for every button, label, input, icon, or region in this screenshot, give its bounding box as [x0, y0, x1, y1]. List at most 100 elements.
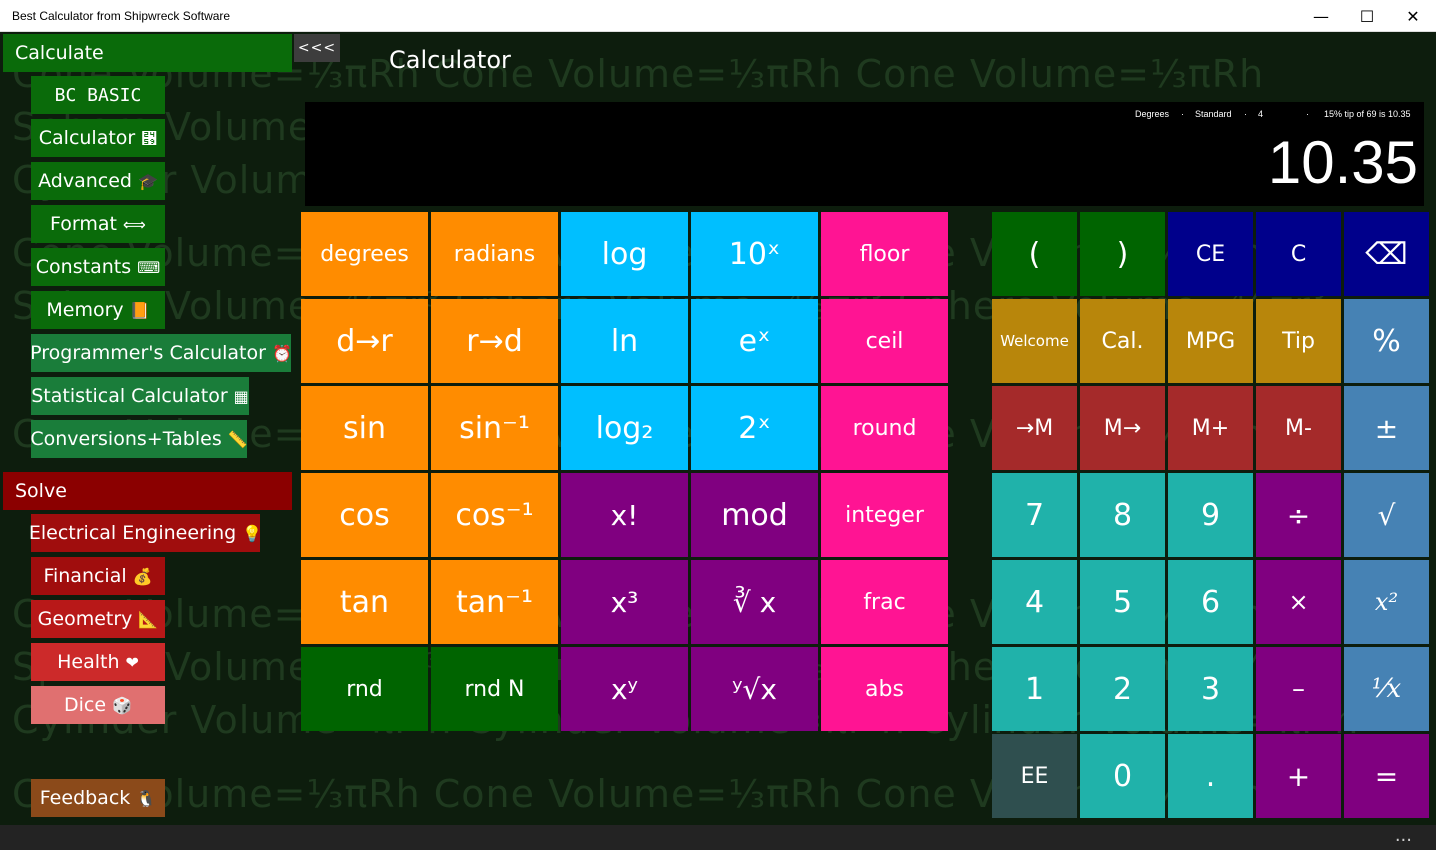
key-memory-plus[interactable]: M+ — [1168, 386, 1253, 470]
key-arctan[interactable]: tan⁻¹ — [431, 560, 558, 644]
nav-financial[interactable]: Financial 💰 — [31, 557, 165, 595]
key-reciprocal[interactable]: ¹⁄x — [1344, 647, 1429, 731]
digits-indicator[interactable]: 4 — [1258, 109, 1263, 119]
key-9[interactable]: 9 — [1168, 473, 1253, 557]
key-round[interactable]: round — [821, 386, 948, 470]
format-mode-indicator[interactable]: Standard — [1195, 109, 1232, 119]
key-decimal[interactable]: . — [1168, 734, 1253, 818]
chart-grid-icon: ▦ — [233, 386, 249, 406]
key-3[interactable]: 3 — [1168, 647, 1253, 731]
solve-section-header[interactable]: Solve — [3, 472, 292, 510]
key-2[interactable]: 2 — [1080, 647, 1165, 731]
key-tip[interactable]: Tip — [1256, 299, 1341, 383]
key-memory-minus[interactable]: M- — [1256, 386, 1341, 470]
nav-dice[interactable]: Dice 🎲 — [31, 686, 165, 724]
key-rnd[interactable]: rnd — [301, 647, 428, 731]
angle-mode-indicator[interactable]: Degrees — [1135, 109, 1169, 119]
key-x-squared[interactable]: x² — [1344, 560, 1429, 644]
key-factorial[interactable]: x! — [561, 473, 688, 557]
nav-constants[interactable]: Constants ⌨ — [31, 248, 165, 286]
nav-label: Programmer's Calculator — [30, 342, 266, 364]
key-mpg[interactable]: MPG — [1168, 299, 1253, 383]
key-e-power-x[interactable]: eˣ — [691, 299, 818, 383]
key-square-root[interactable]: √ — [1344, 473, 1429, 557]
nav-format[interactable]: Format ⟺ — [31, 205, 165, 243]
key-ceil[interactable]: ceil — [821, 299, 948, 383]
key-divide[interactable]: ÷ — [1256, 473, 1341, 557]
key-two-power-x[interactable]: 2ˣ — [691, 386, 818, 470]
book-icon: 📙 — [129, 300, 150, 320]
key-clear-entry[interactable]: CE — [1168, 212, 1253, 296]
key-1[interactable]: 1 — [992, 647, 1077, 731]
key-integer[interactable]: integer — [821, 473, 948, 557]
key-x-power-y[interactable]: xʸ — [561, 647, 688, 731]
nav-label: Format — [50, 213, 118, 235]
nav-electrical-engineering[interactable]: Electrical Engineering 💡 — [28, 514, 262, 552]
key-arcsin[interactable]: sin⁻¹ — [431, 386, 558, 470]
key-8[interactable]: 8 — [1080, 473, 1165, 557]
key-clear[interactable]: C — [1256, 212, 1341, 296]
key-deg-to-rad[interactable]: d→r — [301, 299, 428, 383]
key-rnd-n[interactable]: rnd N — [431, 647, 558, 731]
key-6[interactable]: 6 — [1168, 560, 1253, 644]
dice-icon: 🎲 — [112, 695, 132, 715]
key-5[interactable]: 5 — [1080, 560, 1165, 644]
nav-statistical-calculator[interactable]: Statistical Calculator ▦ — [31, 377, 249, 415]
key-frac[interactable]: frac — [821, 560, 948, 644]
function-keypad: degrees radians log 10ˣ floor d→r r→d ln… — [301, 212, 948, 731]
minimize-icon: — — [1313, 6, 1329, 26]
key-log2[interactable]: log₂ — [561, 386, 688, 470]
key-degrees[interactable]: degrees — [301, 212, 428, 296]
key-multiply[interactable]: × — [1256, 560, 1341, 644]
key-cal[interactable]: Cal. — [1080, 299, 1165, 383]
close-button[interactable]: ✕ — [1390, 0, 1436, 32]
key-cube-root[interactable]: ∛ x — [691, 560, 818, 644]
nav-label: Electrical Engineering — [28, 522, 237, 544]
key-mod[interactable]: mod — [691, 473, 818, 557]
key-4[interactable]: 4 — [992, 560, 1077, 644]
key-x-cubed[interactable]: x³ — [561, 560, 688, 644]
key-y-root[interactable]: ʸ√x — [691, 647, 818, 731]
key-plus-minus[interactable]: ± — [1344, 386, 1429, 470]
key-arccos[interactable]: cos⁻¹ — [431, 473, 558, 557]
key-open-paren[interactable]: ( — [992, 212, 1077, 296]
key-minus[interactable]: – — [1256, 647, 1341, 731]
key-equals[interactable]: = — [1344, 734, 1429, 818]
maximize-button[interactable]: ☐ — [1344, 0, 1390, 32]
heart-icon: ❤ — [125, 652, 139, 672]
key-recall-memory[interactable]: M→ — [1080, 386, 1165, 470]
key-radians[interactable]: radians — [431, 212, 558, 296]
key-7[interactable]: 7 — [992, 473, 1077, 557]
calculate-section-header[interactable]: Calculate — [3, 34, 292, 72]
more-options-button[interactable]: ... — [1395, 825, 1412, 846]
nav-programmers-calculator[interactable]: Programmer's Calculator ⏰ — [30, 334, 292, 372]
key-store-memory[interactable]: →M — [992, 386, 1077, 470]
nav-memory[interactable]: Memory 📙 — [31, 291, 165, 329]
nav-geometry[interactable]: Geometry 📐 — [31, 600, 165, 638]
key-log[interactable]: log — [561, 212, 688, 296]
key-tan[interactable]: tan — [301, 560, 428, 644]
key-ln[interactable]: ln — [561, 299, 688, 383]
key-rad-to-deg[interactable]: r→d — [431, 299, 558, 383]
key-plus[interactable]: + — [1256, 734, 1341, 818]
nav-bc-basic[interactable]: BC BASIC — [31, 76, 165, 114]
key-ten-power-x[interactable]: 10ˣ — [691, 212, 818, 296]
nav-health[interactable]: Health ❤ — [31, 643, 165, 681]
collapse-sidebar-button[interactable]: <<< — [294, 34, 340, 62]
nav-conversions-tables[interactable]: Conversions+Tables 📏 — [30, 420, 248, 458]
minimize-button[interactable]: — — [1298, 0, 1344, 32]
key-percent[interactable]: % — [1344, 299, 1429, 383]
key-0[interactable]: 0 — [1080, 734, 1165, 818]
backspace-icon[interactable]: ⌫ — [1344, 212, 1429, 296]
page-title: Calculator — [389, 46, 511, 74]
key-sin[interactable]: sin — [301, 386, 428, 470]
nav-calculator[interactable]: Calculator ⑙ — [31, 119, 165, 157]
key-welcome[interactable]: Welcome — [992, 299, 1077, 383]
key-cos[interactable]: cos — [301, 473, 428, 557]
feedback-button[interactable]: Feedback 🐧 — [31, 779, 165, 817]
nav-advanced[interactable]: Advanced 🎓 — [31, 162, 165, 200]
key-abs[interactable]: abs — [821, 647, 948, 731]
key-floor[interactable]: floor — [821, 212, 948, 296]
key-ee[interactable]: EE — [992, 734, 1077, 818]
key-close-paren[interactable]: ) — [1080, 212, 1165, 296]
